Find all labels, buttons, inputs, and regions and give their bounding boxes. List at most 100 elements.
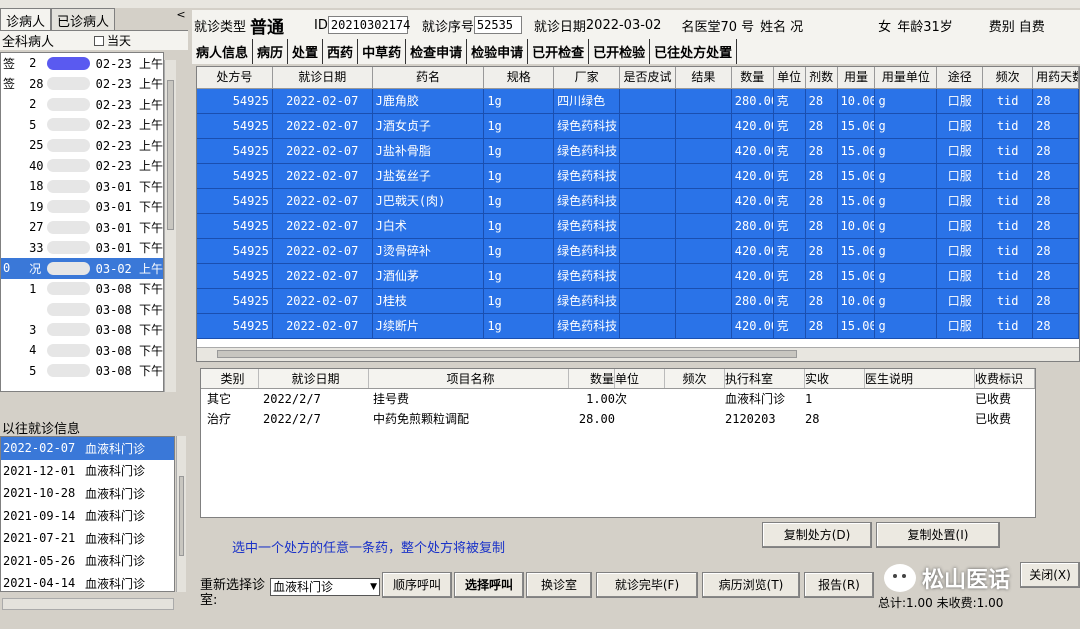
tab-6[interactable]: 检验申请 [467, 39, 529, 64]
patient-list-scrollbar[interactable] [164, 60, 176, 392]
rx-cell: 28 [806, 214, 838, 238]
name-mask [46, 302, 90, 316]
rx-column-header[interactable]: 途径 [937, 67, 984, 88]
rx-cell [676, 239, 732, 263]
rx-hscrollbar[interactable] [197, 347, 1079, 361]
finish-visit-button[interactable]: 就诊完毕(F) [596, 572, 698, 598]
rx-column-header[interactable]: 频次 [983, 67, 1034, 88]
history-hscrollbar[interactable] [2, 598, 174, 610]
patient-row[interactable]: 25 02-23 上午 [1, 135, 163, 156]
rx-row[interactable]: 549252022-02-07J盐菟丝子1g绿色药科技420.00克2815.0… [197, 164, 1079, 189]
tab-8[interactable]: 已开检验 [589, 39, 651, 64]
history-row[interactable]: 2021-07-21 血液科门诊 [1, 527, 174, 550]
patient-row[interactable]: 5 03-08 下午 [1, 361, 163, 382]
collapse-button[interactable]: < [174, 8, 188, 30]
tab-7[interactable]: 已开检查 [528, 39, 590, 64]
rx-cell: J酒仙茅 [373, 264, 485, 288]
patient-row[interactable]: 19 03-01 下午 [1, 197, 163, 218]
rx-cell: 420.00 [732, 314, 774, 338]
report-button[interactable]: 报告(R) [804, 572, 874, 598]
tab-2[interactable]: 处置 [288, 39, 324, 64]
rx-cell: 1g [484, 239, 555, 263]
copy-prescription-button[interactable]: 复制处方(D) [762, 522, 872, 548]
rx-column-header[interactable]: 单位 [774, 67, 806, 88]
rx-cell: 口服 [937, 189, 984, 213]
tab-1[interactable]: 病历 [253, 39, 289, 64]
filter-row: 全科病人 当天 [0, 30, 188, 50]
rx-cell: 口服 [937, 289, 984, 313]
patient-row[interactable]: 签 28 02-23 上午 [1, 74, 163, 95]
rx-row[interactable]: 549252022-02-07J桂枝1g绿色药科技280.00克2810.00g… [197, 289, 1079, 314]
rx-column-header[interactable]: 用药天数 [1033, 67, 1079, 88]
rx-column-header[interactable]: 结果 [676, 67, 732, 88]
rx-cell: 2022-02-07 [273, 189, 373, 213]
patient-time: 02-23 上午 [95, 138, 163, 153]
rx-cell: g [875, 314, 938, 338]
history-row[interactable]: 2021-12-01 血液科门诊 [1, 460, 174, 483]
rx-row[interactable]: 549252022-02-07J盐补骨脂1g绿色药科技420.00克2815.0… [197, 139, 1079, 164]
patient-row[interactable]: 40 02-23 上午 [1, 156, 163, 177]
rx-column-header[interactable]: 用量 [838, 67, 876, 88]
rx-row[interactable]: 549252022-02-07J鹿角胶1g四川绿色280.00克2810.00g… [197, 89, 1079, 114]
tab-0[interactable]: 病人信息 [192, 39, 254, 64]
rx-row[interactable]: 549252022-02-07J白术1g绿色药科技280.00克2810.00g… [197, 214, 1079, 239]
browse-records-button[interactable]: 病历浏览(T) [702, 572, 800, 598]
rx-row[interactable]: 549252022-02-07J烫骨碎补1g绿色药科技420.00克2815.0… [197, 239, 1079, 264]
rx-row[interactable]: 549252022-02-07J巴戟天(肉)1g绿色药科技420.00克2815… [197, 189, 1079, 214]
patient-row[interactable]: 0 况 03-02 上午 [1, 258, 163, 279]
copy-procedure-button[interactable]: 复制处置(I) [876, 522, 1000, 548]
patient-row[interactable]: 1 03-08 下午 [1, 279, 163, 300]
rx-column-header[interactable]: 剂数 [806, 67, 838, 88]
history-row[interactable]: 2021-09-14 血液科门诊 [1, 505, 174, 528]
rx-column-header[interactable]: 厂家 [554, 67, 621, 88]
patient-row[interactable]: 18 03-01 下午 [1, 176, 163, 197]
history-row[interactable]: 2021-05-26 血液科门诊 [1, 550, 174, 573]
rx-column-header[interactable]: 处方号 [197, 67, 273, 88]
tab-9[interactable]: 已往处方处置 [650, 39, 738, 64]
rx-cell: 1g [484, 264, 555, 288]
history-row[interactable]: 2022-02-07 血液科门诊 [1, 437, 174, 460]
history-row[interactable]: 2021-04-14 血液科门诊 [1, 572, 174, 591]
room-select[interactable]: 血液科门诊 ▼ [270, 578, 380, 596]
select-call-button[interactable]: 选择呼叫 [454, 572, 524, 598]
fee-row[interactable]: 其它 2022/2/7 挂号费 1.00 次 血液科门诊 1 已收费 [201, 389, 1035, 409]
fee-column-header: 医生说明 [865, 369, 975, 388]
rx-row[interactable]: 549252022-02-07J酒女贞子1g绿色药科技420.00克2815.0… [197, 114, 1079, 139]
patient-row[interactable]: 4 03-08 下午 [1, 340, 163, 361]
rx-column-header[interactable]: 是否皮试 [620, 67, 676, 88]
tab-4[interactable]: 中草药 [358, 39, 407, 64]
rx-cell: 28 [1033, 289, 1079, 313]
patient-row[interactable]: 3 03-08 下午 [1, 320, 163, 341]
fee-cell: 其它 [207, 392, 232, 406]
patient-row[interactable]: 签 2 02-23 上午 [1, 53, 163, 74]
rx-row[interactable]: 549252022-02-07J续断片1g绿色药科技420.00克2815.00… [197, 314, 1079, 339]
id-field[interactable]: 20210302174 [327, 16, 410, 34]
tab-3[interactable]: 西药 [323, 39, 359, 64]
rx-cell: J白术 [373, 214, 485, 238]
rx-column-header[interactable]: 数量 [732, 67, 774, 88]
tab-5[interactable]: 检查申请 [406, 39, 468, 64]
rx-cell [620, 289, 676, 313]
patient-row[interactable]: 27 03-01 下午 [1, 217, 163, 238]
rx-column-header[interactable]: 规格 [484, 67, 555, 88]
rx-column-header[interactable]: 药名 [373, 67, 485, 88]
tab-seen-patients[interactable]: 已诊病人 [51, 8, 116, 30]
tab-waiting-patients[interactable]: 诊病人 [0, 8, 52, 30]
rx-column-header[interactable]: 用量单位 [875, 67, 938, 88]
rx-column-header[interactable]: 就诊日期 [273, 67, 373, 88]
today-checkbox[interactable]: 当天 [94, 32, 131, 49]
seq-field[interactable]: 52535 [473, 16, 522, 34]
rx-row[interactable]: 549252022-02-07J酒仙茅1g绿色药科技420.00克2815.00… [197, 264, 1079, 289]
sequential-call-button[interactable]: 顺序呼叫 [382, 572, 452, 598]
patient-row[interactable]: 33 03-01 下午 [1, 238, 163, 259]
patient-row[interactable]: 03-08 下午 [1, 299, 163, 320]
rx-cell [620, 164, 676, 188]
fee-row[interactable]: 治疗 2022/2/7 中药免煎颗粒调配 28.00 2120203 28 已收费 [201, 409, 1035, 429]
change-room-button[interactable]: 换诊室 [526, 572, 592, 598]
history-scrollbar[interactable] [176, 436, 186, 592]
chevron-down-icon[interactable]: ▼ [370, 579, 377, 595]
checkbox-box[interactable] [94, 35, 105, 46]
patient-row[interactable]: 5 02-23 上午 [1, 115, 163, 136]
history-row[interactable]: 2021-10-28 血液科门诊 [1, 482, 174, 505]
patient-row[interactable]: 2 02-23 上午 [1, 94, 163, 115]
